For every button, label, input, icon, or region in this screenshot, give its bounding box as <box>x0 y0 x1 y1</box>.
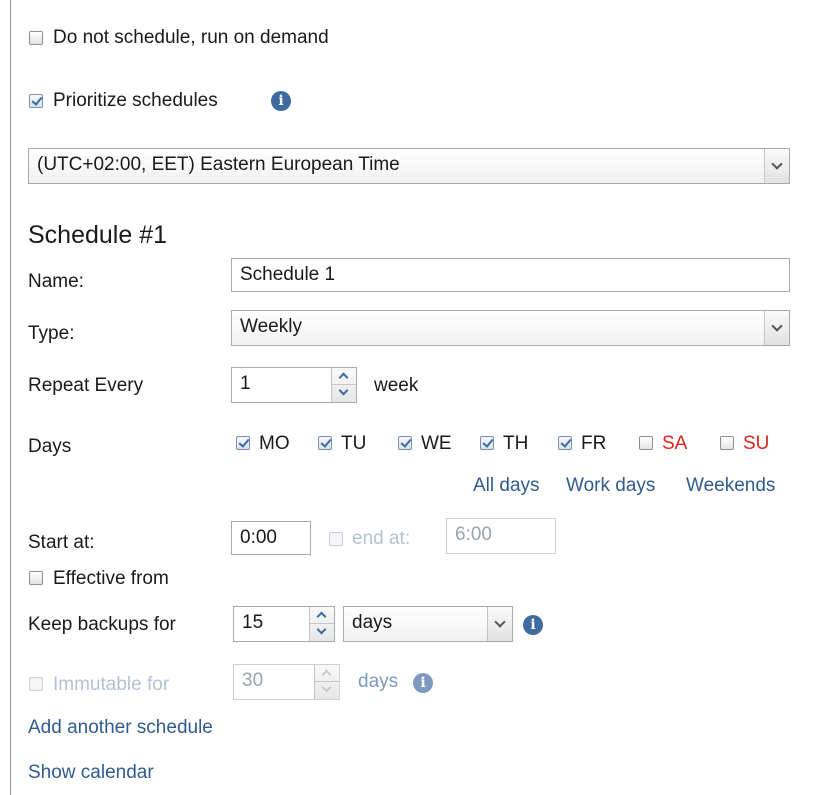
type-label: Type: <box>28 323 75 344</box>
name-input[interactable]: Schedule 1 <box>231 258 790 292</box>
start-time-value: 0:00 <box>240 527 277 548</box>
increment-icon[interactable] <box>332 368 356 385</box>
info-icon[interactable]: i <box>413 673 433 693</box>
name-label: Name: <box>28 271 84 292</box>
day-label-th: TH <box>503 433 529 454</box>
decrement-icon[interactable] <box>332 385 356 402</box>
keep-backups-unit-select[interactable]: days <box>343 606 513 642</box>
keep-backups-stepper[interactable]: 15 <box>233 606 335 642</box>
run-on-demand-checkbox[interactable] <box>29 31 43 45</box>
prioritize-schedules-checkbox[interactable] <box>29 94 43 108</box>
day-checkbox-tu[interactable] <box>318 436 332 450</box>
effective-from-checkbox[interactable] <box>29 571 43 585</box>
show-calendar-link[interactable]: Show calendar <box>28 762 154 784</box>
day-checkbox-su[interactable] <box>720 436 734 450</box>
repeat-every-value: 1 <box>240 373 251 394</box>
timezone-value: (UTC+02:00, EET) Eastern European Time <box>37 154 400 175</box>
decrement-icon[interactable] <box>315 682 339 699</box>
type-value: Weekly <box>240 316 302 337</box>
chevron-down-icon <box>487 607 512 641</box>
end-at-label: end at: <box>352 528 411 549</box>
schedule-heading: Schedule #1 <box>28 221 168 249</box>
day-label-we: WE <box>421 433 452 454</box>
start-time-input[interactable]: 0:00 <box>231 521 311 555</box>
day-label-su: SU <box>743 433 770 454</box>
prioritize-schedules-label: Prioritize schedules <box>53 90 218 111</box>
decrement-icon[interactable] <box>310 624 334 641</box>
all-days-link[interactable]: All days <box>473 475 540 497</box>
run-on-demand-label: Do not schedule, run on demand <box>53 27 329 48</box>
day-checkbox-sa[interactable] <box>639 436 653 450</box>
info-icon[interactable]: i <box>523 615 543 635</box>
days-label: Days <box>28 436 72 457</box>
chevron-down-icon <box>764 149 789 183</box>
name-value: Schedule 1 <box>240 264 336 285</box>
immutable-for-value: 30 <box>242 670 264 691</box>
weekends-link[interactable]: Weekends <box>686 475 775 497</box>
repeat-every-label: Repeat Every <box>28 375 144 396</box>
increment-icon[interactable] <box>315 665 339 682</box>
chevron-down-icon <box>764 311 789 345</box>
add-another-schedule-link[interactable]: Add another schedule <box>28 717 213 739</box>
day-label-fr: FR <box>581 433 607 454</box>
day-checkbox-we[interactable] <box>398 436 412 450</box>
day-label-mo: MO <box>259 433 290 454</box>
type-select[interactable]: Weekly <box>231 310 790 346</box>
end-time-input[interactable]: 6:00 <box>446 518 556 554</box>
info-icon[interactable]: i <box>271 91 291 111</box>
day-checkbox-mo[interactable] <box>236 436 250 450</box>
work-days-link[interactable]: Work days <box>566 475 655 497</box>
day-checkbox-fr[interactable] <box>558 436 572 450</box>
repeat-every-stepper[interactable]: 1 <box>231 367 357 403</box>
keep-backups-label: Keep backups for <box>28 614 176 635</box>
keep-backups-unit-value: days <box>352 612 393 633</box>
day-checkbox-th[interactable] <box>480 436 494 450</box>
start-at-label: Start at: <box>28 532 95 553</box>
day-label-sa: SA <box>662 433 688 454</box>
increment-icon[interactable] <box>310 607 334 624</box>
day-label-tu: TU <box>341 433 367 454</box>
stepper-arrows <box>331 368 356 402</box>
end-time-value: 6:00 <box>455 524 492 545</box>
immutable-for-label: Immutable for <box>53 674 170 695</box>
stepper-arrows <box>309 607 334 641</box>
immutable-for-checkbox[interactable] <box>29 677 43 691</box>
immutable-for-stepper[interactable]: 30 <box>233 664 340 700</box>
effective-from-label: Effective from <box>53 568 169 589</box>
end-at-checkbox[interactable] <box>329 532 343 546</box>
keep-backups-value: 15 <box>242 612 264 633</box>
timezone-select[interactable]: (UTC+02:00, EET) Eastern European Time <box>28 148 790 184</box>
immutable-unit: days <box>358 671 399 692</box>
repeat-unit: week <box>374 375 419 396</box>
stepper-arrows <box>314 665 339 699</box>
